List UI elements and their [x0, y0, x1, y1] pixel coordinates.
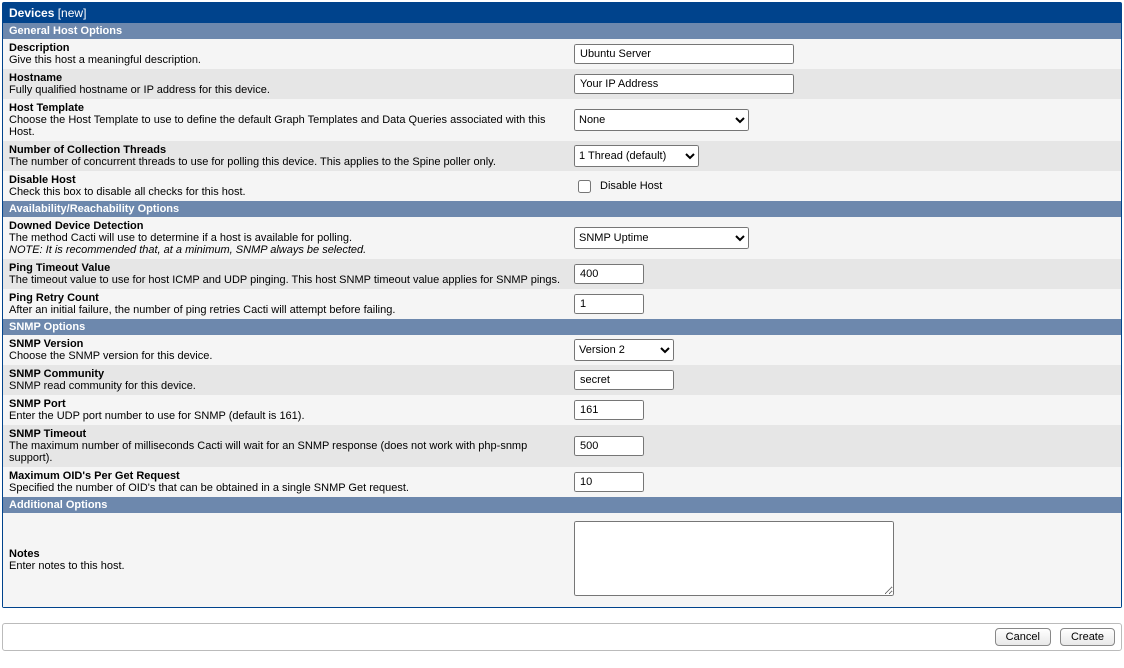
hostname-input[interactable]	[574, 74, 794, 94]
snmp-maxoids-help: Specified the number of OID's that can b…	[9, 482, 562, 494]
section-general-header: General Host Options	[3, 23, 1121, 39]
description-label: Description	[9, 42, 562, 54]
snmp-timeout-input[interactable]	[574, 436, 644, 456]
snmp-port-input[interactable]	[574, 400, 644, 420]
snmp-version-help: Choose the SNMP version for this device.	[9, 350, 562, 362]
ping-timeout-input[interactable]	[574, 264, 644, 284]
devices-form-panel: Devices [new] General Host Options Descr…	[2, 2, 1122, 608]
create-button[interactable]: Create	[1060, 628, 1115, 646]
section-snmp-header: SNMP Options	[3, 319, 1121, 335]
snmp-community-input[interactable]	[574, 370, 674, 390]
detection-note: NOTE: It is recommended that, at a minim…	[9, 244, 562, 256]
panel-subtitle: [new]	[58, 6, 87, 20]
detection-label: Downed Device Detection	[9, 220, 562, 232]
disable-host-label: Disable Host	[9, 174, 562, 186]
ping-timeout-label: Ping Timeout Value	[9, 262, 562, 274]
snmp-community-label: SNMP Community	[9, 368, 562, 380]
snmp-version-label: SNMP Version	[9, 338, 562, 350]
ping-timeout-help: The timeout value to use for host ICMP a…	[9, 274, 562, 286]
threads-label: Number of Collection Threads	[9, 144, 562, 156]
panel-title-bar: Devices [new]	[3, 3, 1121, 23]
snmp-community-help: SNMP read community for this device.	[9, 380, 562, 392]
disable-host-checkbox[interactable]	[578, 180, 591, 193]
ping-retry-help: After an initial failure, the number of …	[9, 304, 562, 316]
host-template-help: Choose the Host Template to use to defin…	[9, 114, 562, 138]
snmp-timeout-help: The maximum number of milliseconds Cacti…	[9, 440, 562, 464]
hostname-label: Hostname	[9, 72, 562, 84]
host-template-select[interactable]: None	[574, 109, 749, 131]
ping-retry-input[interactable]	[574, 294, 644, 314]
section-availability-header: Availability/Reachability Options	[3, 201, 1121, 217]
host-template-label: Host Template	[9, 102, 562, 114]
snmp-timeout-label: SNMP Timeout	[9, 428, 562, 440]
description-help: Give this host a meaningful description.	[9, 54, 562, 66]
snmp-maxoids-input[interactable]	[574, 472, 644, 492]
detection-select[interactable]: SNMP Uptime	[574, 227, 749, 249]
form-button-bar: Cancel Create	[2, 623, 1122, 651]
threads-help: The number of concurrent threads to use …	[9, 156, 562, 168]
notes-help: Enter notes to this host.	[9, 560, 562, 572]
snmp-version-select[interactable]: Version 2	[574, 339, 674, 361]
disable-host-checkbox-label: Disable Host	[600, 180, 662, 192]
threads-select[interactable]: 1 Thread (default)	[574, 145, 699, 167]
hostname-help: Fully qualified hostname or IP address f…	[9, 84, 562, 96]
snmp-maxoids-label: Maximum OID's Per Get Request	[9, 470, 562, 482]
detection-help: The method Cacti will use to determine i…	[9, 232, 562, 244]
section-additional-header: Additional Options	[3, 497, 1121, 513]
notes-textarea[interactable]	[574, 521, 894, 596]
description-input[interactable]	[574, 44, 794, 64]
cancel-button[interactable]: Cancel	[995, 628, 1051, 646]
snmp-port-help: Enter the UDP port number to use for SNM…	[9, 410, 562, 422]
snmp-port-label: SNMP Port	[9, 398, 562, 410]
ping-retry-label: Ping Retry Count	[9, 292, 562, 304]
disable-host-help: Check this box to disable all checks for…	[9, 186, 562, 198]
panel-title: Devices	[9, 6, 54, 20]
notes-label: Notes	[9, 548, 562, 560]
